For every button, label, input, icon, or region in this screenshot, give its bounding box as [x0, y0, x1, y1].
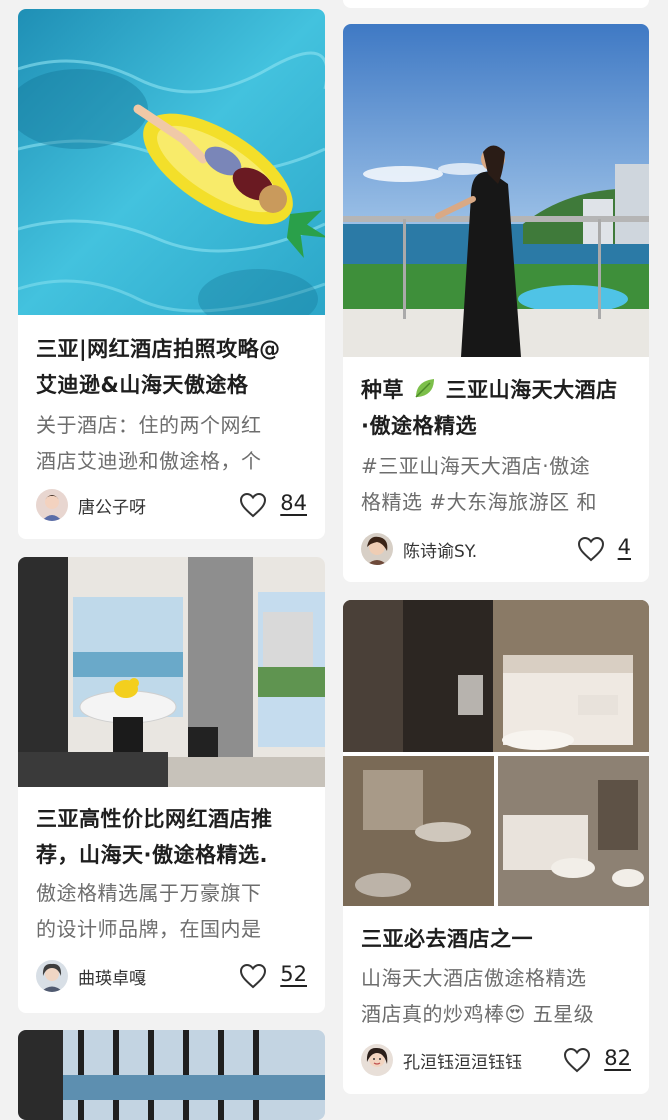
note-card[interactable]: 三亚必去酒店之一 山海天大酒店傲途格精选 酒店真的炒鸡棒😍 五星级 孔洹钰洹洹钰… — [343, 600, 649, 1094]
avatar[interactable] — [361, 533, 393, 565]
avatar[interactable] — [36, 489, 68, 521]
card-description: 山海天大酒店傲途格精选 酒店真的炒鸡棒😍 五星级 — [361, 966, 595, 1026]
cover-image — [18, 1030, 325, 1120]
author-name[interactable]: 孔洹钰洹洹钰钰 — [403, 1048, 522, 1073]
note-card[interactable] — [18, 1030, 325, 1120]
card-footer: 曲瑛卓嘎 52 — [36, 958, 307, 994]
author-name[interactable]: 唐公子呀 — [78, 493, 146, 518]
like-button[interactable]: 84 — [237, 489, 307, 521]
heart-icon — [239, 492, 267, 518]
note-card[interactable]: 种草 三亚山海天大酒店 ·傲途格精选 #三亚山海天大酒店·傲途 格精选 #大东海… — [343, 24, 649, 582]
card-title: 三亚高性价比网红酒店推 荐，山海天·傲途格精选. — [36, 807, 273, 867]
like-count: 84 — [280, 491, 307, 515]
card-footer: 孔洹钰洹洹钰钰 82 — [361, 1042, 631, 1078]
leaf-icon — [415, 379, 434, 398]
like-count: 52 — [280, 962, 307, 986]
card-partial-top[interactable] — [343, 0, 649, 8]
card-description: #三亚山海天大酒店·傲途 格精选 #大东海旅游区 和 — [361, 454, 597, 514]
card-description: 关于酒店：住的两个网红 酒店艾迪逊和傲途格，个 — [36, 413, 262, 473]
like-button[interactable]: 4 — [573, 533, 631, 565]
heart-icon — [563, 1047, 591, 1073]
cover-image — [18, 9, 325, 315]
cover-image — [343, 24, 649, 357]
author-name[interactable]: 陈诗谕SY. — [403, 537, 477, 562]
card-description: 傲途格精选属于万豪旗下 的设计师品牌，在国内是 — [36, 881, 262, 941]
card-footer: 唐公子呀 84 — [36, 487, 307, 523]
card-footer: 陈诗谕SY. 4 — [361, 531, 631, 567]
like-count: 4 — [617, 535, 631, 559]
heart-icon — [239, 963, 267, 989]
heart-icon — [577, 536, 605, 562]
cover-image — [343, 600, 649, 906]
avatar[interactable] — [361, 1044, 393, 1076]
author-name[interactable]: 曲瑛卓嘎 — [78, 964, 146, 989]
card-title: 种草 三亚山海天大酒店 ·傲途格精选 — [361, 372, 635, 444]
note-card[interactable]: 三亚|网红酒店拍照攻略@ 艾迪逊&山海天傲途格 关于酒店：住的两个网红 酒店艾迪… — [18, 9, 325, 539]
card-title: 三亚|网红酒店拍照攻略@ 艾迪逊&山海天傲途格 — [36, 337, 281, 397]
like-button[interactable]: 52 — [237, 960, 307, 992]
note-card[interactable]: 三亚高性价比网红酒店推 荐，山海天·傲途格精选. 傲途格精选属于万豪旗下 的设计… — [18, 557, 325, 1013]
like-count: 82 — [604, 1046, 631, 1070]
like-button[interactable]: 82 — [561, 1044, 631, 1076]
cover-image — [18, 557, 325, 787]
avatar[interactable] — [36, 960, 68, 992]
heart-eyes-emoji: 😍 — [504, 1002, 526, 1026]
card-title: 三亚必去酒店之一 — [361, 927, 533, 951]
